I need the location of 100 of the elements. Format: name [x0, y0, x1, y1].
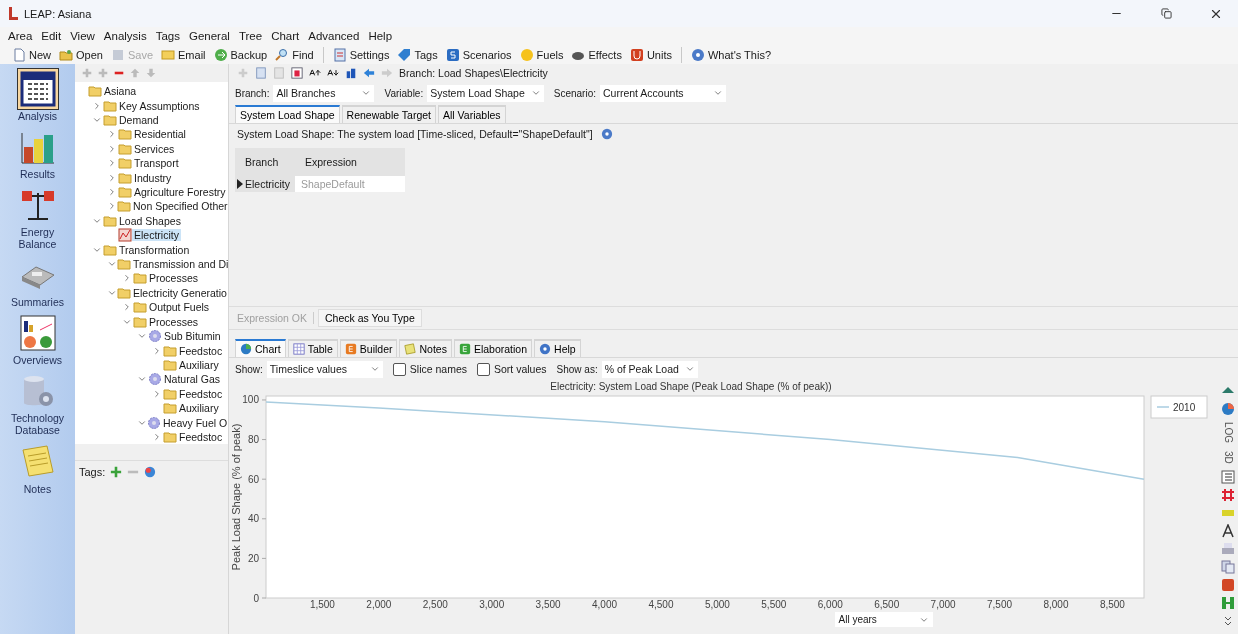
outline-entry[interactable]: Transformation	[117, 243, 192, 256]
variable-description: System Load Shape: The system load [Time-sliced, Default="ShapeDefault"]	[237, 128, 593, 140]
chevron-right-icon[interactable]	[107, 172, 117, 183]
sidebar-item[interactable]: Overviews	[2, 312, 73, 367]
folder-icon	[118, 141, 132, 156]
menu-item[interactable]: View	[70, 30, 95, 42]
tab[interactable]: System Load Shape	[235, 105, 340, 123]
chevron-right-icon[interactable]	[122, 273, 132, 284]
outline-entry[interactable]: Asiana	[102, 85, 139, 98]
toolbar-button[interactable]: Open	[57, 47, 105, 62]
toolbar-button[interactable]: Settings	[330, 47, 392, 62]
toolbar-button[interactable]: Effects	[569, 47, 624, 62]
menu-item[interactable]: Advanced	[308, 30, 360, 42]
legend-label: 2010	[1173, 402, 1196, 413]
checkbox[interactable]	[477, 362, 490, 376]
dropdown[interactable]: Current Accounts	[600, 84, 726, 102]
outline-entry[interactable]: Agriculture Forestry	[132, 186, 228, 199]
sidebar-item[interactable]: Results	[2, 126, 73, 181]
outline-entry[interactable]: Demand	[117, 114, 161, 126]
forward-arrow-icon	[381, 67, 393, 79]
toolbar-button[interactable]: New	[10, 47, 53, 62]
toolbar-button[interactable]: What's This?	[688, 47, 773, 62]
folder-icon	[118, 127, 132, 142]
tab[interactable]: Help	[534, 339, 581, 357]
dropdown[interactable]: System Load Shape	[427, 84, 544, 102]
outline-entry[interactable]: Load Shapes	[117, 214, 183, 227]
menu-item[interactable]: Chart	[271, 30, 300, 42]
elaboration-icon	[458, 343, 471, 355]
folder-icon	[88, 84, 102, 99]
tab[interactable]: Notes	[399, 339, 452, 357]
font-smaller-icon[interactable]	[327, 67, 339, 79]
menu-item[interactable]: General	[188, 30, 230, 42]
sidebar-item[interactable]: Summaries	[2, 254, 73, 309]
font-larger-icon[interactable]	[309, 67, 321, 79]
outline-entry[interactable]: Feedstoc	[177, 387, 225, 400]
menu-item[interactable]: Tags	[155, 30, 180, 42]
toolbar-button[interactable]: Find	[273, 47, 316, 62]
tab[interactable]: Chart	[235, 339, 286, 357]
outline-entry[interactable]: Heavy Fuel O	[161, 416, 230, 429]
outline-entry[interactable]: Sub Bitumin	[162, 330, 223, 343]
toggle-label[interactable]: 3D	[1222, 449, 1234, 466]
chevron-right-icon[interactable]	[152, 345, 162, 356]
check-button[interactable]: Check as You Type	[318, 309, 422, 327]
outline-entry[interactable]: Natural Gas	[162, 373, 223, 386]
outline-entry[interactable]: Output Fuels	[147, 301, 212, 314]
pie-icon	[1221, 402, 1235, 416]
outline-entry[interactable]: Electricity	[132, 229, 181, 242]
tick-label: 0	[253, 592, 259, 604]
sidebar-item[interactable]: Technology Database	[2, 370, 73, 437]
chevron-right-icon[interactable]	[107, 158, 117, 169]
sidebar-item[interactable]: Energy Balance	[2, 184, 73, 251]
outline-entry[interactable]: Transmission and Di	[131, 258, 231, 271]
tab[interactable]: Elaboration	[453, 339, 533, 357]
chevron-right-icon[interactable]	[122, 302, 132, 313]
tab[interactable]: Builder	[339, 339, 398, 357]
outline-entry[interactable]: Feedstoc	[177, 430, 225, 443]
table-cell[interactable]: Electricity	[235, 176, 295, 192]
outline-entry[interactable]: Industry	[132, 171, 174, 184]
toolbar-button[interactable]: Email	[159, 47, 208, 62]
outline-entry[interactable]: Processes	[147, 272, 201, 285]
menu-item[interactable]: Area	[8, 30, 33, 42]
sidebar-item[interactable]: Analysis	[2, 68, 73, 123]
outline-entry[interactable]: Electricity Generatio	[131, 286, 229, 299]
toolbar-button[interactable]: Tags	[395, 47, 440, 62]
outline-entry[interactable]: Services	[132, 142, 177, 155]
tab[interactable]: Renewable Target	[341, 105, 436, 123]
dropdown[interactable]: Timeslice values	[266, 360, 383, 378]
outline-entry[interactable]: Key Assumptions	[117, 99, 202, 112]
menu-item[interactable]: Tree	[238, 30, 263, 42]
outline-entry[interactable]: Processes	[147, 315, 201, 328]
column-header: Branch	[235, 148, 295, 176]
dropdown[interactable]: % of Peak Load	[601, 360, 698, 378]
outline-entry[interactable]: Non Specified Other	[131, 200, 230, 213]
toolbar-button[interactable]: Scenarios	[443, 47, 514, 62]
toggle-label[interactable]: LOG	[1222, 420, 1234, 446]
toolbar-button[interactable]: Backup	[211, 47, 270, 62]
outline-entry[interactable]: Auxiliary	[177, 358, 221, 371]
checkbox[interactable]	[392, 362, 406, 376]
chevron-right-icon[interactable]	[107, 201, 117, 212]
chevron-right-icon[interactable]	[107, 187, 117, 198]
toolbar-button[interactable]: Fuels	[517, 47, 566, 62]
toolbar-button[interactable]: Units	[627, 47, 674, 62]
tab[interactable]: All Variables	[438, 105, 506, 123]
menu-item[interactable]: Analysis	[103, 30, 147, 42]
menu-item[interactable]: Edit	[41, 30, 62, 42]
outline-entry[interactable]: Auxiliary	[177, 402, 221, 415]
outline-entry[interactable]: Residential	[132, 128, 188, 141]
chevron-right-icon[interactable]	[152, 388, 162, 399]
chevron-right-icon[interactable]	[107, 129, 117, 140]
sidebar-item[interactable]: Notes	[2, 440, 73, 495]
outline-entry[interactable]: Transport	[132, 157, 181, 170]
tab[interactable]: Table	[287, 339, 338, 357]
menu-item[interactable]: Help	[368, 30, 393, 42]
chevron-right-icon[interactable]	[152, 431, 162, 442]
year-dropdown[interactable]: All years	[834, 612, 933, 627]
chevron-right-icon[interactable]	[107, 143, 117, 154]
outline-entry[interactable]: Feedstoc	[177, 344, 225, 357]
chevron-right-icon[interactable]	[92, 100, 102, 111]
chevron-down-icon[interactable]	[92, 115, 102, 125]
dropdown[interactable]: All Branches	[273, 84, 375, 102]
